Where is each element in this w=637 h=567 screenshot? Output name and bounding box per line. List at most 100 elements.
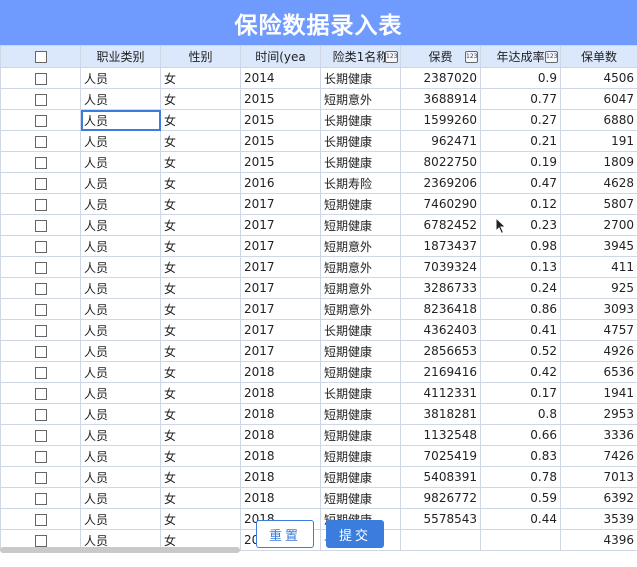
policy-count-cell[interactable]: 5807: [560, 193, 637, 215]
occupation-cell[interactable]: 人员: [80, 487, 161, 509]
insurance-type-cell[interactable]: 长期健康: [320, 151, 401, 173]
policy-count-cell[interactable]: 2700: [560, 214, 637, 236]
table-row[interactable]: 人员女 2017 短期健康 6782452 0.23 2700: [0, 214, 637, 236]
policy-count-cell[interactable]: 7426: [560, 445, 637, 467]
row-select-cell[interactable]: [0, 151, 81, 173]
premium-cell[interactable]: 3286733: [400, 277, 481, 299]
row-select-cell[interactable]: [0, 256, 81, 278]
row-checkbox[interactable]: [34, 93, 47, 106]
occupation-cell[interactable]: 人员: [80, 109, 161, 131]
gender-cell[interactable]: 女: [160, 109, 241, 131]
row-checkbox[interactable]: [34, 219, 47, 232]
table-row[interactable]: 人员女 2018 短期健康 7025419 0.83 7426: [0, 445, 637, 467]
policy-count-cell[interactable]: 1941: [560, 382, 637, 404]
insurance-type-cell[interactable]: 短期意外: [320, 277, 401, 299]
year-cell[interactable]: 2017: [240, 214, 321, 236]
row-checkbox[interactable]: [34, 198, 47, 211]
year-cell[interactable]: 2015: [240, 130, 321, 152]
year-cell[interactable]: 2017: [240, 193, 321, 215]
row-select-cell[interactable]: [0, 424, 81, 446]
premium-cell[interactable]: 2387020: [400, 67, 481, 89]
row-checkbox[interactable]: [34, 345, 47, 358]
column-header-achievement-rate[interactable]: 年达成率 123: [480, 45, 561, 68]
gender-cell[interactable]: 女: [160, 466, 241, 488]
table-row[interactable]: 人员女 2018 长期健康 4112331 0.17 1941: [0, 382, 637, 404]
achievement-rate-cell[interactable]: 0.17: [480, 382, 561, 404]
table-row[interactable]: 人员女 2014 长期健康 2387020 0.9 4506: [0, 67, 637, 89]
row-select-cell[interactable]: [0, 361, 81, 383]
achievement-rate-cell[interactable]: 0.52: [480, 340, 561, 362]
year-cell[interactable]: 2018: [240, 361, 321, 383]
gender-cell[interactable]: 女: [160, 382, 241, 404]
column-header-premium[interactable]: 保费 123: [400, 45, 481, 68]
occupation-cell[interactable]: 人员: [80, 67, 161, 89]
occupation-cell[interactable]: 人员: [80, 277, 161, 299]
gender-cell[interactable]: 女: [160, 193, 241, 215]
column-header-occupation[interactable]: 职业类别: [80, 45, 161, 68]
insurance-type-cell[interactable]: 长期健康: [320, 130, 401, 152]
row-select-cell[interactable]: [0, 88, 81, 110]
policy-count-cell[interactable]: 7013: [560, 466, 637, 488]
table-row[interactable]: 人员女 2018 短期健康 3818281 0.8 2953: [0, 403, 637, 425]
row-checkbox[interactable]: [34, 408, 47, 421]
year-cell[interactable]: 2015: [240, 88, 321, 110]
insurance-type-cell[interactable]: 长期健康: [320, 109, 401, 131]
insurance-type-cell[interactable]: 短期健康: [320, 214, 401, 236]
premium-cell[interactable]: 3688914: [400, 88, 481, 110]
insurance-type-cell[interactable]: 短期健康: [320, 445, 401, 467]
table-row[interactable]: 人员女 2017 短期健康 7460290 0.12 5807: [0, 193, 637, 215]
table-row[interactable]: 人员女 2015 长期健康 962471 0.21 191: [0, 130, 637, 152]
year-cell[interactable]: 2018: [240, 487, 321, 509]
achievement-rate-cell[interactable]: 0.42: [480, 361, 561, 383]
gender-cell[interactable]: 女: [160, 88, 241, 110]
policy-count-cell[interactable]: 411: [560, 256, 637, 278]
table-row[interactable]: 人员女2018短期健康55785430.443539: [0, 508, 637, 530]
occupation-cell[interactable]: 人员: [80, 424, 161, 446]
table-row[interactable]: 人员女 2015 长期健康 1599260 0.27 6880: [0, 109, 637, 131]
gender-cell[interactable]: 女: [160, 277, 241, 299]
policy-count-cell[interactable]: 6047: [560, 88, 637, 110]
gender-cell[interactable]: 女: [160, 67, 241, 89]
achievement-rate-cell[interactable]: 0.44: [480, 508, 561, 530]
table-row[interactable]: 人员女 2017 短期意外 8236418 0.86 3093: [0, 298, 637, 320]
achievement-rate-cell[interactable]: 0.21: [480, 130, 561, 152]
occupation-cell[interactable]: 人员: [80, 193, 161, 215]
gender-cell[interactable]: 女: [160, 151, 241, 173]
horizontal-scrollbar[interactable]: [0, 547, 240, 553]
achievement-rate-cell[interactable]: 0.19: [480, 151, 561, 173]
row-select-cell[interactable]: [0, 340, 81, 362]
premium-cell[interactable]: 1599260: [400, 109, 481, 131]
table-row[interactable]: 人员女 2018 短期健康 9826772 0.59 6392: [0, 487, 637, 509]
achievement-rate-cell[interactable]: 0.98: [480, 235, 561, 257]
row-select-cell[interactable]: [0, 382, 81, 404]
premium-cell[interactable]: 6782452: [400, 214, 481, 236]
occupation-cell[interactable]: 人员: [80, 130, 161, 152]
gender-cell[interactable]: 女: [160, 508, 241, 530]
policy-count-cell[interactable]: 6392: [560, 487, 637, 509]
row-checkbox[interactable]: [34, 324, 47, 337]
premium-cell[interactable]: 8022750: [400, 151, 481, 173]
row-checkbox[interactable]: [34, 72, 47, 85]
premium-cell[interactable]: 2169416: [400, 361, 481, 383]
row-select-cell[interactable]: [0, 109, 81, 131]
occupation-cell[interactable]: 人员: [80, 466, 161, 488]
year-cell[interactable]: 2015: [240, 151, 321, 173]
year-cell[interactable]: 2018: [240, 424, 321, 446]
insurance-type-cell[interactable]: 长期健康: [320, 67, 401, 89]
row-select-cell[interactable]: [0, 298, 81, 320]
premium-cell[interactable]: 7025419: [400, 445, 481, 467]
gender-cell[interactable]: 女: [160, 235, 241, 257]
year-cell[interactable]: 2018: [240, 466, 321, 488]
achievement-rate-cell[interactable]: 0.41: [480, 319, 561, 341]
insurance-type-cell[interactable]: 短期意外: [320, 235, 401, 257]
gender-cell[interactable]: 女: [160, 403, 241, 425]
achievement-rate-cell[interactable]: 0.59: [480, 487, 561, 509]
premium-cell[interactable]: 962471: [400, 130, 481, 152]
insurance-type-cell[interactable]: 短期健康: [320, 466, 401, 488]
achievement-rate-cell[interactable]: 0.23: [480, 214, 561, 236]
reset-button[interactable]: 重置: [256, 520, 314, 548]
year-cell[interactable]: 2017: [240, 298, 321, 320]
year-cell[interactable]: 2017: [240, 277, 321, 299]
row-select-cell[interactable]: [0, 235, 81, 257]
table-row[interactable]: 人员女 2015 长期健康 8022750 0.19 1809: [0, 151, 637, 173]
